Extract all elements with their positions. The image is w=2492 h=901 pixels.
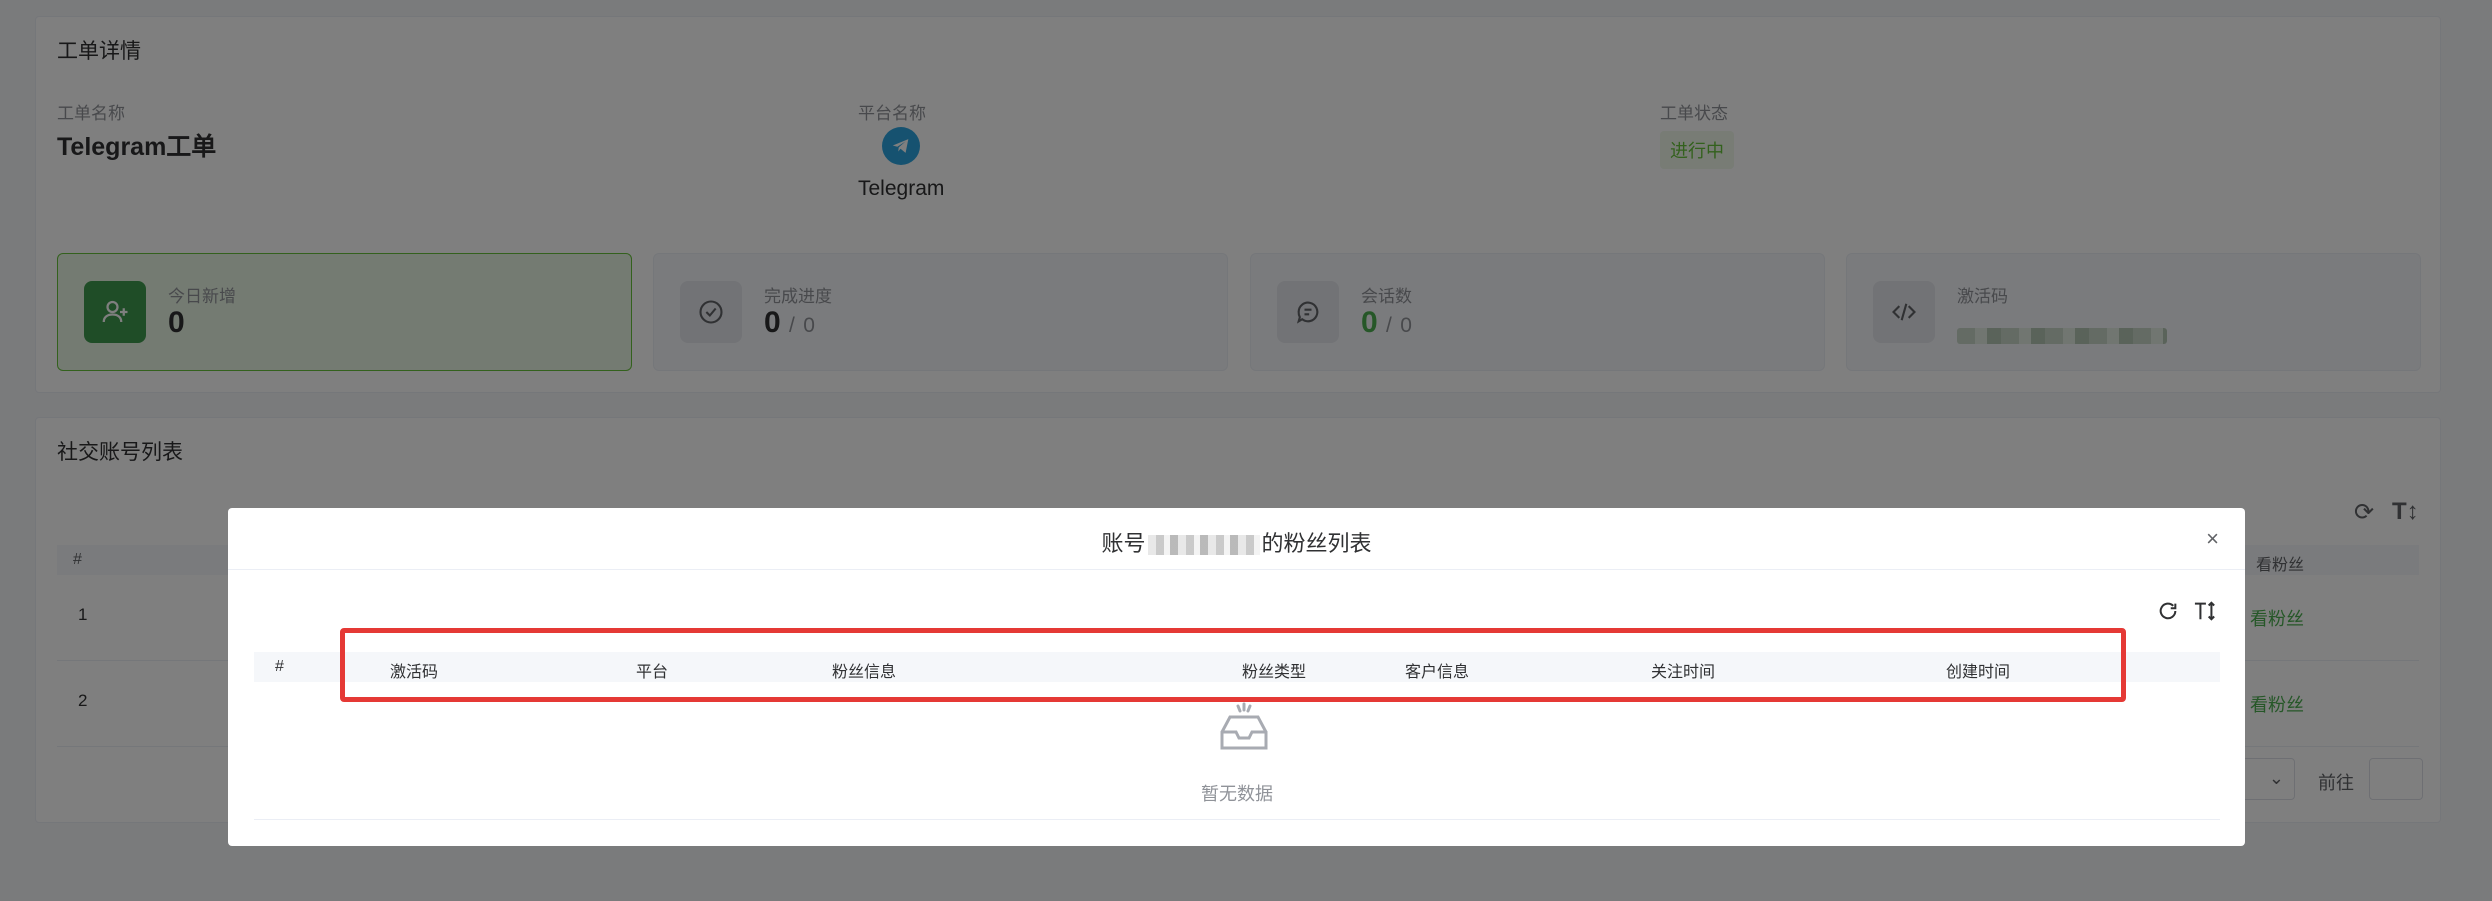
dialog-title-suffix: 的粉丝列表 (1261, 531, 1372, 556)
column-header-index: # (275, 658, 284, 675)
dialog-header: 账号 的粉丝列表 × (228, 508, 2245, 570)
refresh-icon[interactable] (2157, 600, 2179, 629)
empty-inbox-icon (1220, 702, 1268, 750)
column-density-icon[interactable] (2193, 600, 2217, 629)
dialog-title-prefix: 账号 (1101, 531, 1146, 556)
close-icon[interactable]: × (2206, 526, 2219, 552)
dialog-title: 账号 的粉丝列表 (228, 526, 2245, 558)
blurred-account-name (1147, 535, 1260, 556)
header-highlight-annotation (340, 628, 2126, 702)
empty-text: 暂无数据 (1201, 784, 1273, 804)
